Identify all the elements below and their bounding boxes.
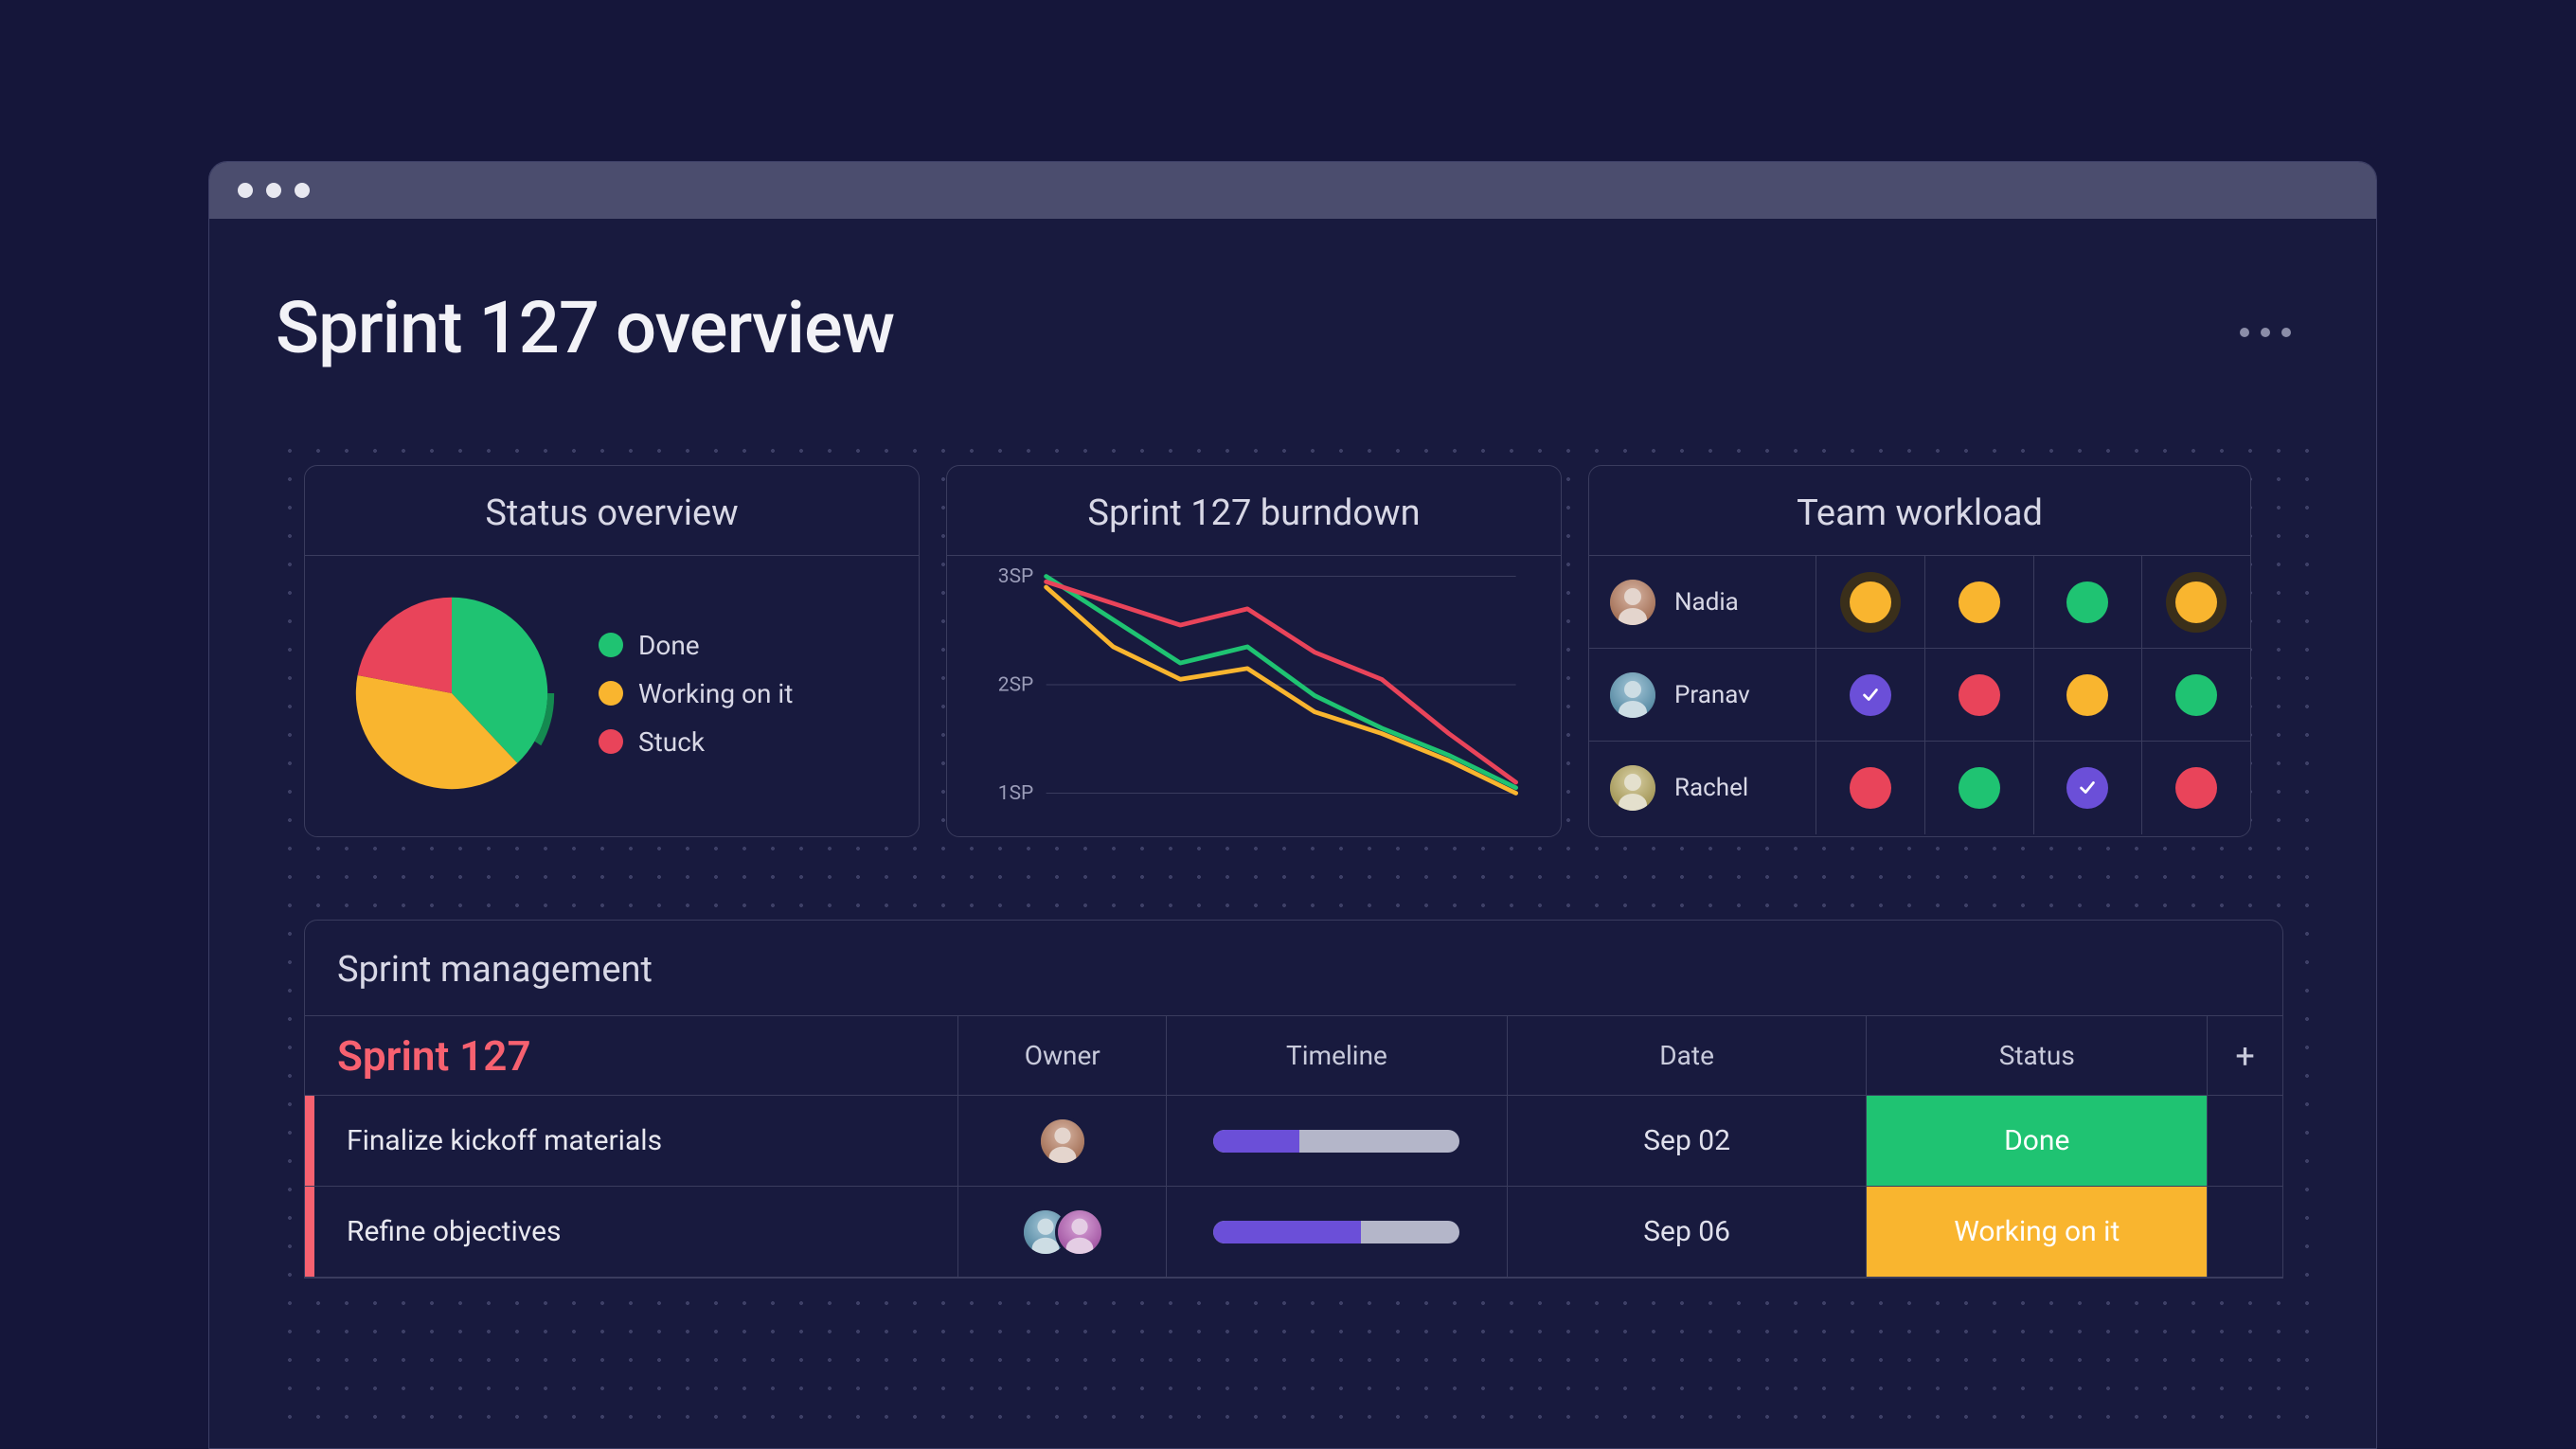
- workload-cell[interactable]: [2034, 556, 2143, 648]
- avatar: [1055, 1208, 1104, 1257]
- person-name: Rachel: [1674, 774, 1748, 802]
- workload-cell[interactable]: [1816, 556, 1925, 648]
- status-chip-icon: [2066, 581, 2108, 623]
- column-header-owner[interactable]: Owner: [957, 1016, 1166, 1095]
- card-title: Status overview: [305, 466, 919, 556]
- column-header-date[interactable]: Date: [1507, 1016, 1867, 1095]
- person-name: Nadia: [1674, 588, 1739, 617]
- burndown-card[interactable]: Sprint 127 burndown 1SP 2SP 3SP: [946, 465, 1562, 837]
- workload-person[interactable]: Nadia: [1589, 556, 1816, 648]
- status-chip-icon: [2175, 581, 2217, 623]
- row-accent: [305, 1187, 314, 1277]
- status-chip-icon: [2066, 674, 2108, 716]
- workload-person[interactable]: Rachel: [1589, 742, 1816, 834]
- row-extra-cell: [2207, 1187, 2282, 1277]
- table-row[interactable]: Finalize kickoff materials Sep 02 Done: [305, 1096, 2282, 1187]
- legend-label: Done: [638, 630, 700, 661]
- window-titlebar: [209, 162, 2376, 219]
- workload-row: Pranav: [1589, 649, 2250, 742]
- svg-text:3SP: 3SP: [998, 567, 1033, 588]
- status-cell[interactable]: Working on it: [1866, 1187, 2207, 1277]
- owner-cell[interactable]: [957, 1187, 1166, 1277]
- workload-person[interactable]: Pranav: [1589, 649, 1816, 741]
- date-cell[interactable]: Sep 02: [1507, 1096, 1867, 1186]
- panel-title: Sprint management: [305, 921, 2282, 1016]
- status-chip-icon: [1959, 581, 2000, 623]
- legend-label: Working on it: [638, 678, 793, 709]
- workload-cell[interactable]: [1816, 742, 1925, 834]
- svg-text:2SP: 2SP: [998, 674, 1033, 697]
- legend-dot-icon: [599, 681, 623, 706]
- status-chip-icon: [1850, 767, 1891, 809]
- status-chip-icon: [2175, 674, 2217, 716]
- workload-cell[interactable]: [1925, 742, 2034, 834]
- window-control-dot[interactable]: [266, 183, 281, 198]
- add-column-button[interactable]: +: [2207, 1016, 2282, 1095]
- row-accent: [305, 1096, 314, 1186]
- owner-cell[interactable]: [957, 1096, 1166, 1186]
- progress-bar: [1213, 1221, 1459, 1243]
- timeline-cell[interactable]: [1166, 1187, 1507, 1277]
- card-title: Team workload: [1589, 466, 2250, 556]
- workload-cell[interactable]: [2034, 649, 2143, 741]
- workload-cell[interactable]: [1925, 649, 2034, 741]
- legend-label: Stuck: [638, 726, 705, 758]
- window-control-dot[interactable]: [295, 183, 310, 198]
- avatar: [1610, 672, 1655, 718]
- legend-dot-icon: [599, 633, 623, 657]
- table-row[interactable]: Refine objectives Sep 06 Working on it: [305, 1187, 2282, 1278]
- avatar: [1610, 765, 1655, 811]
- legend-item: Working on it: [599, 678, 793, 709]
- column-header-status[interactable]: Status: [1866, 1016, 2207, 1095]
- workload-cell[interactable]: [2034, 742, 2143, 834]
- workload-cell[interactable]: [2142, 742, 2250, 834]
- row-extra-cell: [2207, 1096, 2282, 1186]
- status-pie-chart: [343, 584, 561, 802]
- window-control-dot[interactable]: [238, 183, 253, 198]
- avatar: [1038, 1117, 1087, 1166]
- legend-item: Stuck: [599, 726, 793, 758]
- page-title: Sprint 127 overview: [276, 285, 2310, 370]
- card-title: Sprint 127 burndown: [947, 466, 1561, 556]
- status-cell[interactable]: Done: [1866, 1096, 2207, 1186]
- app-window: Sprint 127 overview Status overview Done…: [208, 161, 2377, 1449]
- status-chip-icon: [2175, 767, 2217, 809]
- workload-cell[interactable]: [2142, 556, 2250, 648]
- sprint-group-label[interactable]: Sprint 127: [305, 1031, 957, 1081]
- workload-row: Nadia: [1589, 556, 2250, 649]
- task-name[interactable]: Finalize kickoff materials: [314, 1096, 957, 1186]
- workload-row: Rachel: [1589, 742, 2250, 834]
- status-chip-icon: [1959, 767, 2000, 809]
- workload-cell[interactable]: [1816, 649, 1925, 741]
- workload-cell[interactable]: [1925, 556, 2034, 648]
- status-chip-icon: [1959, 674, 2000, 716]
- task-name[interactable]: Refine objectives: [314, 1187, 957, 1277]
- person-name: Pranav: [1674, 681, 1750, 709]
- svg-text:1SP: 1SP: [998, 782, 1033, 802]
- sprint-management-panel: Sprint management Sprint 127 Owner Timel…: [304, 920, 2283, 1279]
- status-chip-icon: [1850, 581, 1891, 623]
- timeline-cell[interactable]: [1166, 1096, 1507, 1186]
- date-cell[interactable]: Sep 06: [1507, 1187, 1867, 1277]
- status-chip-icon: [2066, 767, 2108, 809]
- status-chip-icon: [1850, 674, 1891, 716]
- column-header-timeline[interactable]: Timeline: [1166, 1016, 1507, 1095]
- team-workload-card[interactable]: Team workload Nadia Pranav Rachel: [1588, 465, 2251, 837]
- table-header-row: Sprint 127 Owner Timeline Date Status +: [305, 1016, 2282, 1096]
- status-overview-card[interactable]: Status overview Done Working on it Stuck: [304, 465, 920, 837]
- burndown-chart: 1SP 2SP 3SP: [966, 567, 1542, 802]
- legend-item: Done: [599, 630, 793, 661]
- status-legend: Done Working on it Stuck: [599, 630, 793, 758]
- workload-cell[interactable]: [2142, 649, 2250, 741]
- legend-dot-icon: [599, 729, 623, 754]
- progress-bar: [1213, 1130, 1459, 1153]
- more-menu-icon[interactable]: [2240, 328, 2291, 337]
- avatar: [1610, 580, 1655, 625]
